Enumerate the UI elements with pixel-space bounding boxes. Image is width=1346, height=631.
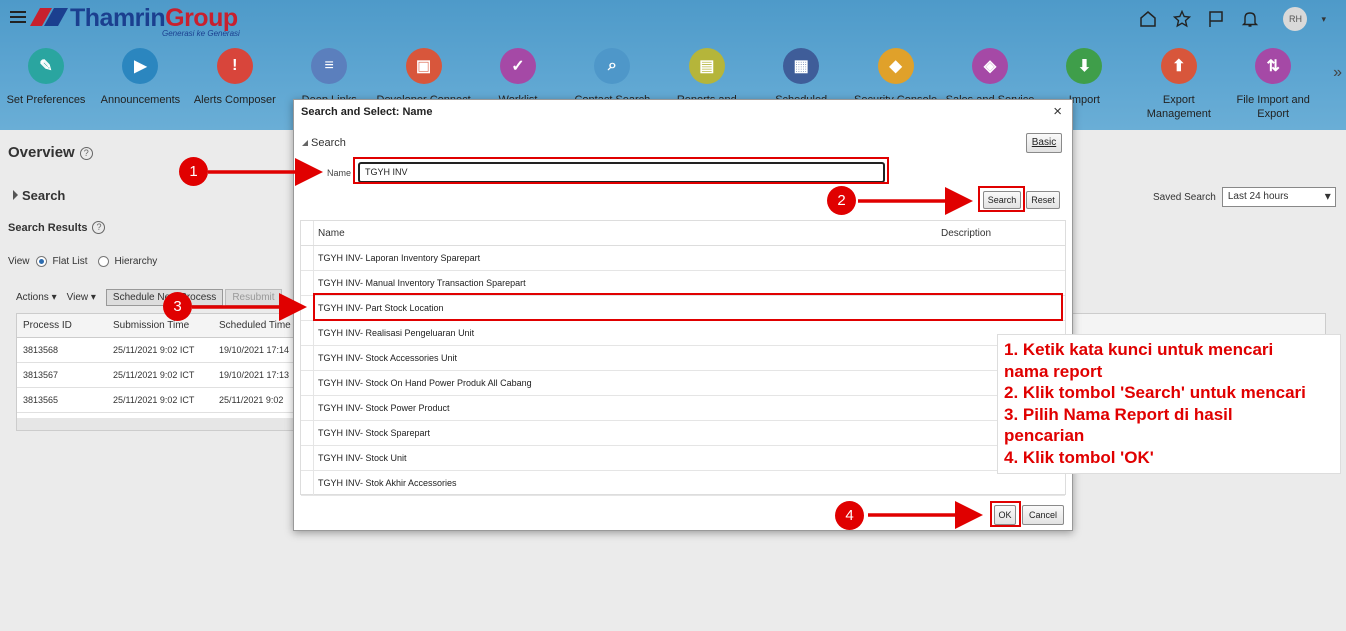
instruction-note: 1. Ketik kata kunci untuk mencari nama r… [997,334,1341,474]
instruction-line: 1. Ketik kata kunci untuk mencari [1004,340,1274,359]
instruction-line: 4. Klik tombol 'OK' [1004,447,1154,467]
step-marker-3: 3 [163,292,192,321]
instruction-line: pencarian [1004,426,1085,445]
step-marker-2: 2 [827,186,856,215]
annotation-arrows [192,158,983,529]
instruction-line: 2. Klik tombol 'Search' untuk mencari [1004,383,1306,402]
step-marker-1: 1 [179,157,208,186]
step-marker-4: 4 [835,501,864,530]
instruction-line: 3. Pilih Nama Report di hasil [1004,404,1233,424]
instruction-line: nama report [1004,361,1103,381]
